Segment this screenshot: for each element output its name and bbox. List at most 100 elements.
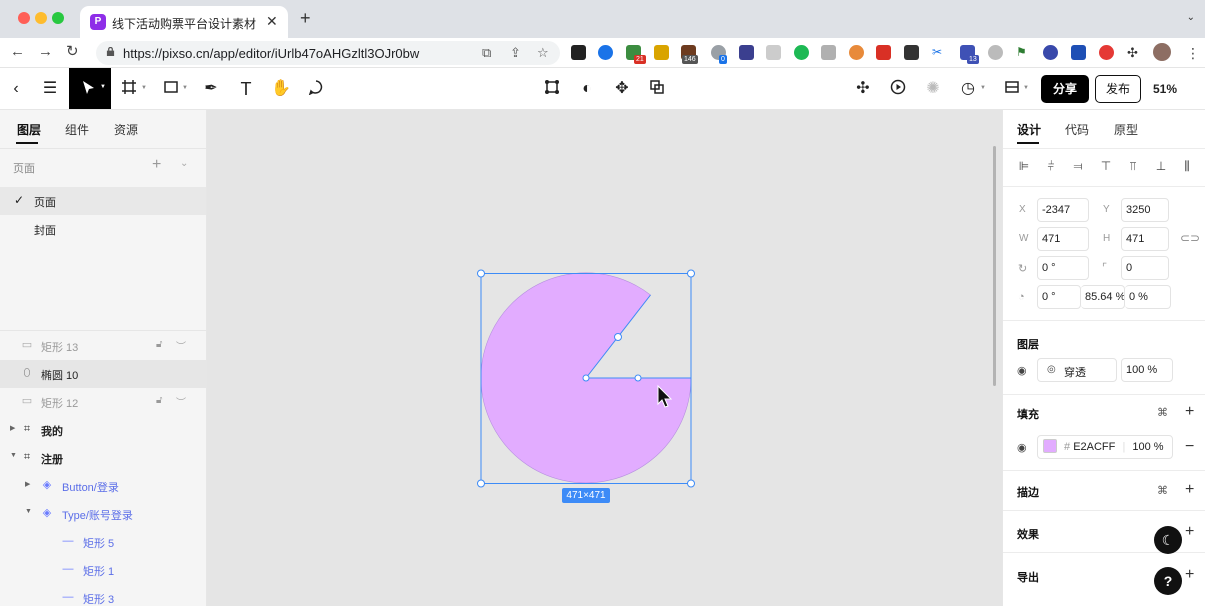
collapse-arrow-icon[interactable]: ▼ (10, 452, 17, 459)
eye-off-icon[interactable]: ︶ (176, 338, 186, 353)
rectangle-tool-icon[interactable] (161, 79, 181, 99)
dark-mode-moon-icon[interactable]: ☾ (1154, 526, 1182, 554)
layer-row[interactable]: ▭ 矩形 13 🔓︎ ︶ (0, 332, 206, 360)
tab-design[interactable]: 设计 (1017, 121, 1041, 138)
layer-row[interactable]: ▶ ⌗ 我的 (0, 416, 206, 444)
design-canvas[interactable]: 471×471 (207, 110, 1002, 606)
chevron-down-icon[interactable]: ▼ (141, 85, 147, 91)
reload-icon[interactable]: ↻ (66, 43, 79, 61)
extension-icon[interactable] (821, 45, 836, 60)
arc-sweep-field[interactable]: 85.64 % (1081, 285, 1125, 309)
layout-icon[interactable] (1002, 79, 1022, 99)
align-right-icon[interactable]: ⫤ (1071, 159, 1085, 173)
add-page-icon[interactable]: + (152, 156, 161, 174)
mask-icon[interactable]: ◐ (577, 79, 597, 99)
arc-ratio-field[interactable]: 0 % (1125, 285, 1171, 309)
hand-tool-icon[interactable]: ✋ (271, 79, 291, 99)
pen-tool-icon[interactable]: ✒ (201, 79, 221, 99)
minimize-window-button[interactable] (35, 12, 47, 24)
maximize-window-button[interactable] (52, 12, 64, 24)
share-button[interactable]: 分享 (1041, 75, 1089, 103)
boolean-icon[interactable] (647, 79, 667, 99)
extension-icon[interactable] (1071, 45, 1086, 60)
extension-icon[interactable] (654, 45, 669, 60)
layer-row[interactable]: ▶ ◈ Button/登录 (0, 472, 206, 500)
tab-code[interactable]: 代码 (1065, 121, 1089, 138)
remove-fill-icon[interactable]: − (1185, 439, 1194, 455)
profile-avatar[interactable] (1153, 43, 1171, 61)
align-top-icon[interactable]: ⊤ (1099, 159, 1113, 173)
collapse-pages-icon[interactable]: ⌄ (180, 158, 188, 169)
new-tab-button[interactable]: + (300, 9, 311, 27)
arc-start-field[interactable]: 0 ° (1037, 285, 1081, 309)
tab-search-chevron-icon[interactable]: ⌄ (1187, 12, 1195, 23)
tab-components[interactable]: 组件 (65, 121, 89, 138)
frame-tool-icon[interactable] (119, 79, 139, 99)
expand-arrow-icon[interactable]: ▶ (10, 424, 15, 432)
y-field[interactable]: 3250 (1121, 198, 1169, 222)
rotation-field[interactable]: 0 ° (1037, 256, 1089, 280)
forward-icon[interactable]: → (38, 43, 53, 61)
layer-row[interactable]: ▭ 矩形 12 🔓︎ ︶ (0, 388, 206, 416)
url-field[interactable]: https://pixso.cn/app/editor/iUrlb47oAHGz… (96, 41, 560, 65)
layer-row[interactable]: ▼ ⌗ 注册 (0, 444, 206, 472)
fill-color-swatch[interactable] (1043, 439, 1057, 453)
extension-icon[interactable] (598, 45, 613, 60)
canvas-scrollbar[interactable] (993, 146, 996, 386)
unlock-icon[interactable]: 🔓︎ (156, 339, 162, 350)
tab-assets[interactable]: 资源 (114, 121, 138, 138)
close-window-button[interactable] (18, 12, 30, 24)
bookmark-star-icon[interactable]: ☆ (537, 45, 549, 61)
height-field[interactable]: 471 (1121, 227, 1169, 251)
tab-close-icon[interactable]: ✕ (266, 13, 278, 30)
component-icon[interactable] (542, 79, 562, 99)
unlock-icon[interactable]: 🔓︎ (156, 395, 162, 406)
fill-color-field[interactable]: # E2ACFF | 100 % (1037, 435, 1173, 459)
eye-icon[interactable]: ◉ (1017, 364, 1027, 377)
extension-icon[interactable] (739, 45, 754, 60)
layer-row[interactable]: — 矩形 5 (0, 528, 206, 556)
add-stroke-icon[interactable]: + (1185, 482, 1194, 498)
extension-icon[interactable] (766, 45, 781, 60)
main-menu-icon[interactable]: ☰ (40, 79, 60, 99)
help-question-icon[interactable]: ? (1154, 567, 1182, 595)
style-grid-icon[interactable]: ⌘ (1157, 484, 1168, 497)
layer-row[interactable]: ▼ ◈ Type/账号登录 (0, 500, 206, 528)
constrain-link-icon[interactable]: ⊂⊃ (1180, 231, 1200, 245)
extension-icon[interactable] (876, 45, 891, 60)
back-icon[interactable]: ← (10, 43, 25, 61)
distribute-icon[interactable]: ⫼ (1180, 159, 1194, 173)
share-page-icon[interactable]: ⇪ (510, 45, 521, 61)
play-prototype-icon[interactable] (888, 79, 908, 99)
add-fill-icon[interactable]: + (1185, 404, 1194, 420)
extension-icon[interactable] (1043, 45, 1058, 60)
comment-tool-icon[interactable] (306, 79, 326, 99)
width-field[interactable]: 471 (1037, 227, 1089, 251)
extension-icon[interactable] (1099, 45, 1114, 60)
extension-icon[interactable] (904, 45, 919, 60)
page-item[interactable]: ✓ 页面 (0, 187, 206, 215)
flag-icon[interactable]: ⚑ (1016, 45, 1031, 60)
layer-row[interactable]: — 矩形 3 (0, 584, 206, 606)
publish-button[interactable]: 发布 (1095, 75, 1141, 103)
x-field[interactable]: -2347 (1037, 198, 1089, 222)
collapse-arrow-icon[interactable]: ▼ (25, 508, 32, 515)
move-tool-button[interactable]: ▼ (69, 68, 111, 109)
plugin-icon[interactable]: ✣ (853, 79, 873, 99)
browser-menu-icon[interactable]: ⋮ (1186, 44, 1200, 62)
browser-tab[interactable]: P 线下活动购票平台设计素材（来自 ✕ (80, 6, 288, 38)
chevron-down-icon[interactable]: ▼ (1023, 85, 1029, 91)
move-arrows-icon[interactable]: ✥ (612, 79, 632, 99)
tab-layers[interactable]: 图层 (17, 121, 41, 138)
extension-icon[interactable] (794, 45, 809, 60)
text-tool-icon[interactable]: T (236, 79, 256, 99)
scissors-icon[interactable]: ✂ (932, 45, 947, 60)
extension-icon[interactable] (988, 45, 1003, 60)
layer-opacity-field[interactable]: 100 % (1121, 358, 1173, 382)
open-in-app-icon[interactable]: ⧉ (482, 45, 491, 61)
align-center-h-icon[interactable]: ⫩ (1044, 159, 1058, 173)
page-item[interactable]: 封面 (0, 215, 206, 243)
extension-icon[interactable] (849, 45, 864, 60)
chevron-down-icon[interactable]: ▼ (182, 85, 188, 91)
style-grid-icon[interactable]: ⌘ (1157, 406, 1168, 419)
